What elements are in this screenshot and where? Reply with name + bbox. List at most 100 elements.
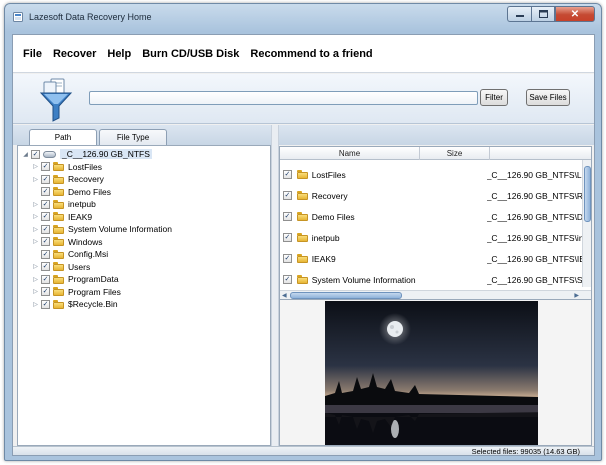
list-checkbox[interactable]: ✓ bbox=[283, 170, 292, 179]
close-icon: ✕ bbox=[570, 8, 580, 20]
expand-icon[interactable]: ▷ bbox=[32, 226, 39, 233]
horizontal-scroll-thumb[interactable] bbox=[290, 292, 402, 299]
list-item[interactable]: ✓ Demo Files _C__126.90 GB_NTFS\Dem bbox=[280, 206, 585, 227]
folder-icon bbox=[296, 233, 308, 242]
menu-recommend[interactable]: Recommend to a friend bbox=[250, 48, 372, 60]
filter-input[interactable] bbox=[89, 91, 478, 105]
tree-checkbox[interactable]: ✓ bbox=[31, 149, 40, 159]
expand-icon[interactable]: ▷ bbox=[32, 301, 39, 308]
tree-item-label: Users bbox=[68, 261, 91, 272]
list-item[interactable]: ✓ LostFiles _C__126.90 GB_NTFS\Lost bbox=[280, 164, 585, 185]
tree-item[interactable]: ▷ ✓ $Recycle.Bin bbox=[32, 298, 117, 311]
menu-file[interactable]: File bbox=[23, 48, 42, 60]
tree-item-label: IEAK9 bbox=[68, 211, 93, 222]
list-item[interactable]: ✓ IEAK9 _C__126.90 GB_NTFS\IEAK bbox=[280, 248, 585, 269]
funnel-filter-icon bbox=[39, 78, 73, 122]
expand-icon[interactable]: ▷ bbox=[32, 213, 39, 220]
folder-icon bbox=[53, 174, 64, 184]
expand-icon[interactable]: ▷ bbox=[32, 176, 39, 183]
tree-item[interactable]: ▷ ✓ Windows bbox=[32, 236, 102, 249]
list-horizontal-scrollbar[interactable]: ◀ ▶ bbox=[280, 290, 591, 299]
tree-checkbox[interactable]: ✓ bbox=[41, 199, 50, 209]
column-path[interactable] bbox=[490, 147, 580, 160]
tree-checkbox[interactable]: ✓ bbox=[41, 274, 50, 284]
vertical-scroll-thumb[interactable] bbox=[584, 166, 591, 222]
folder-icon bbox=[53, 212, 64, 222]
caption-buttons: ✕ bbox=[507, 6, 595, 22]
expand-icon[interactable]: ▷ bbox=[32, 263, 39, 270]
tree-checkbox[interactable]: ✓ bbox=[41, 299, 50, 309]
list-item[interactable]: ✓ Recovery _C__126.90 GB_NTFS\Rec bbox=[280, 185, 585, 206]
tree-item[interactable]: ▷ ✓ inetpub bbox=[32, 198, 96, 211]
list-item[interactable]: ✓ inetpub _C__126.90 GB_NTFS\inet bbox=[280, 227, 585, 248]
list-checkbox[interactable]: ✓ bbox=[283, 254, 292, 263]
tree-item[interactable]: ▷ ✓ Program Files bbox=[32, 286, 121, 299]
list-checkbox[interactable]: ✓ bbox=[283, 275, 292, 284]
folder-icon bbox=[53, 262, 64, 272]
folder-icon bbox=[53, 287, 64, 297]
folder-icon bbox=[53, 249, 64, 259]
list-item-name: Demo Files bbox=[311, 211, 355, 222]
window-title: Lazesoft Data Recovery Home bbox=[29, 12, 152, 22]
maximize-icon bbox=[538, 10, 548, 18]
tree-item[interactable]: ▷ ✓ ProgramData bbox=[32, 273, 118, 286]
list-item-path: _C__126.90 GB_NTFS\Syst bbox=[486, 274, 585, 285]
tree-checkbox[interactable]: ✓ bbox=[41, 249, 50, 259]
menu-burn-cd-usb[interactable]: Burn CD/USB Disk bbox=[142, 48, 239, 60]
tree-checkbox[interactable]: ✓ bbox=[41, 212, 50, 222]
title-bar[interactable]: Lazesoft Data Recovery Home ✕ bbox=[5, 4, 601, 30]
tree-checkbox[interactable]: ✓ bbox=[41, 287, 50, 297]
tree-checkbox[interactable]: ✓ bbox=[41, 162, 50, 172]
tab-path[interactable]: Path bbox=[29, 129, 97, 145]
tree-checkbox[interactable]: ✓ bbox=[41, 224, 50, 234]
minimize-button[interactable] bbox=[507, 6, 531, 22]
panel-splitter[interactable] bbox=[271, 125, 279, 447]
list-item[interactable]: ✓ System Volume Information _C__126.90 GB_… bbox=[280, 269, 585, 290]
save-files-button[interactable]: Save Files bbox=[526, 89, 570, 106]
tree-checkbox[interactable]: ✓ bbox=[41, 174, 50, 184]
collapse-icon[interactable]: ◢ bbox=[22, 151, 29, 158]
folder-icon bbox=[53, 187, 64, 197]
expand-icon[interactable]: ▷ bbox=[32, 238, 39, 245]
folder-icon bbox=[53, 199, 64, 209]
close-button[interactable]: ✕ bbox=[555, 6, 595, 22]
list-checkbox[interactable]: ✓ bbox=[283, 233, 292, 242]
tree-checkbox[interactable]: ✓ bbox=[41, 187, 50, 197]
expand-icon[interactable]: ▷ bbox=[32, 163, 39, 170]
tree-item[interactable]: ✓ Demo Files bbox=[32, 186, 111, 199]
scroll-left-icon[interactable]: ◀ bbox=[282, 292, 287, 299]
tree-checkbox[interactable]: ✓ bbox=[41, 237, 50, 247]
folder-icon bbox=[53, 299, 64, 309]
maximize-button[interactable] bbox=[531, 6, 555, 22]
folder-icon bbox=[53, 274, 64, 284]
list-vertical-scrollbar[interactable] bbox=[582, 160, 591, 287]
tree-item[interactable]: ▷ ✓ LostFiles bbox=[32, 161, 102, 174]
column-name[interactable]: Name bbox=[280, 147, 420, 160]
tree-item[interactable]: ▷ ✓ System Volume Information bbox=[32, 223, 172, 236]
file-list: Name Size ✓ LostFiles _C__126.90 GB_NTFS\L… bbox=[279, 146, 592, 300]
tree-item[interactable]: ▷ ✓ IEAK9 bbox=[32, 211, 92, 224]
list-checkbox[interactable]: ✓ bbox=[283, 212, 292, 221]
client-area: File Recover Help Burn CD/USB Disk Recom… bbox=[12, 34, 595, 456]
tree-checkbox[interactable]: ✓ bbox=[41, 262, 50, 272]
expand-icon[interactable]: ▷ bbox=[32, 201, 39, 208]
tree-item[interactable]: ✓ Config.Msi bbox=[32, 248, 108, 261]
expand-icon[interactable]: ▷ bbox=[32, 276, 39, 283]
tree-item[interactable]: ▷ ✓ Recovery bbox=[32, 173, 104, 186]
column-size[interactable]: Size bbox=[420, 147, 490, 160]
folder-tree: ◢ ✓ _C__126.90 GB_NTFS ▷ ✓ LostFiles ▷ ✓ Reco… bbox=[17, 145, 271, 446]
folder-icon bbox=[296, 275, 308, 284]
list-checkbox[interactable]: ✓ bbox=[283, 191, 292, 200]
menu-help[interactable]: Help bbox=[107, 48, 131, 60]
tab-file-type[interactable]: File Type bbox=[99, 129, 167, 145]
scroll-right-icon[interactable]: ▶ bbox=[574, 292, 579, 299]
expand-icon[interactable]: ▷ bbox=[32, 288, 39, 295]
menu-recover[interactable]: Recover bbox=[53, 48, 96, 60]
tree-root[interactable]: ◢ ✓ _C__126.90 GB_NTFS bbox=[22, 148, 152, 161]
list-item-name: Recovery bbox=[311, 190, 348, 201]
tree-item[interactable]: ▷ ✓ Users bbox=[32, 261, 90, 274]
selected-files-status: Selected files: 99035 (14.63 GB) bbox=[471, 447, 580, 456]
list-item-path: _C__126.90 GB_NTFS\Dem bbox=[486, 211, 585, 222]
filter-button[interactable]: Filter bbox=[480, 89, 508, 106]
folder-icon bbox=[296, 191, 308, 200]
